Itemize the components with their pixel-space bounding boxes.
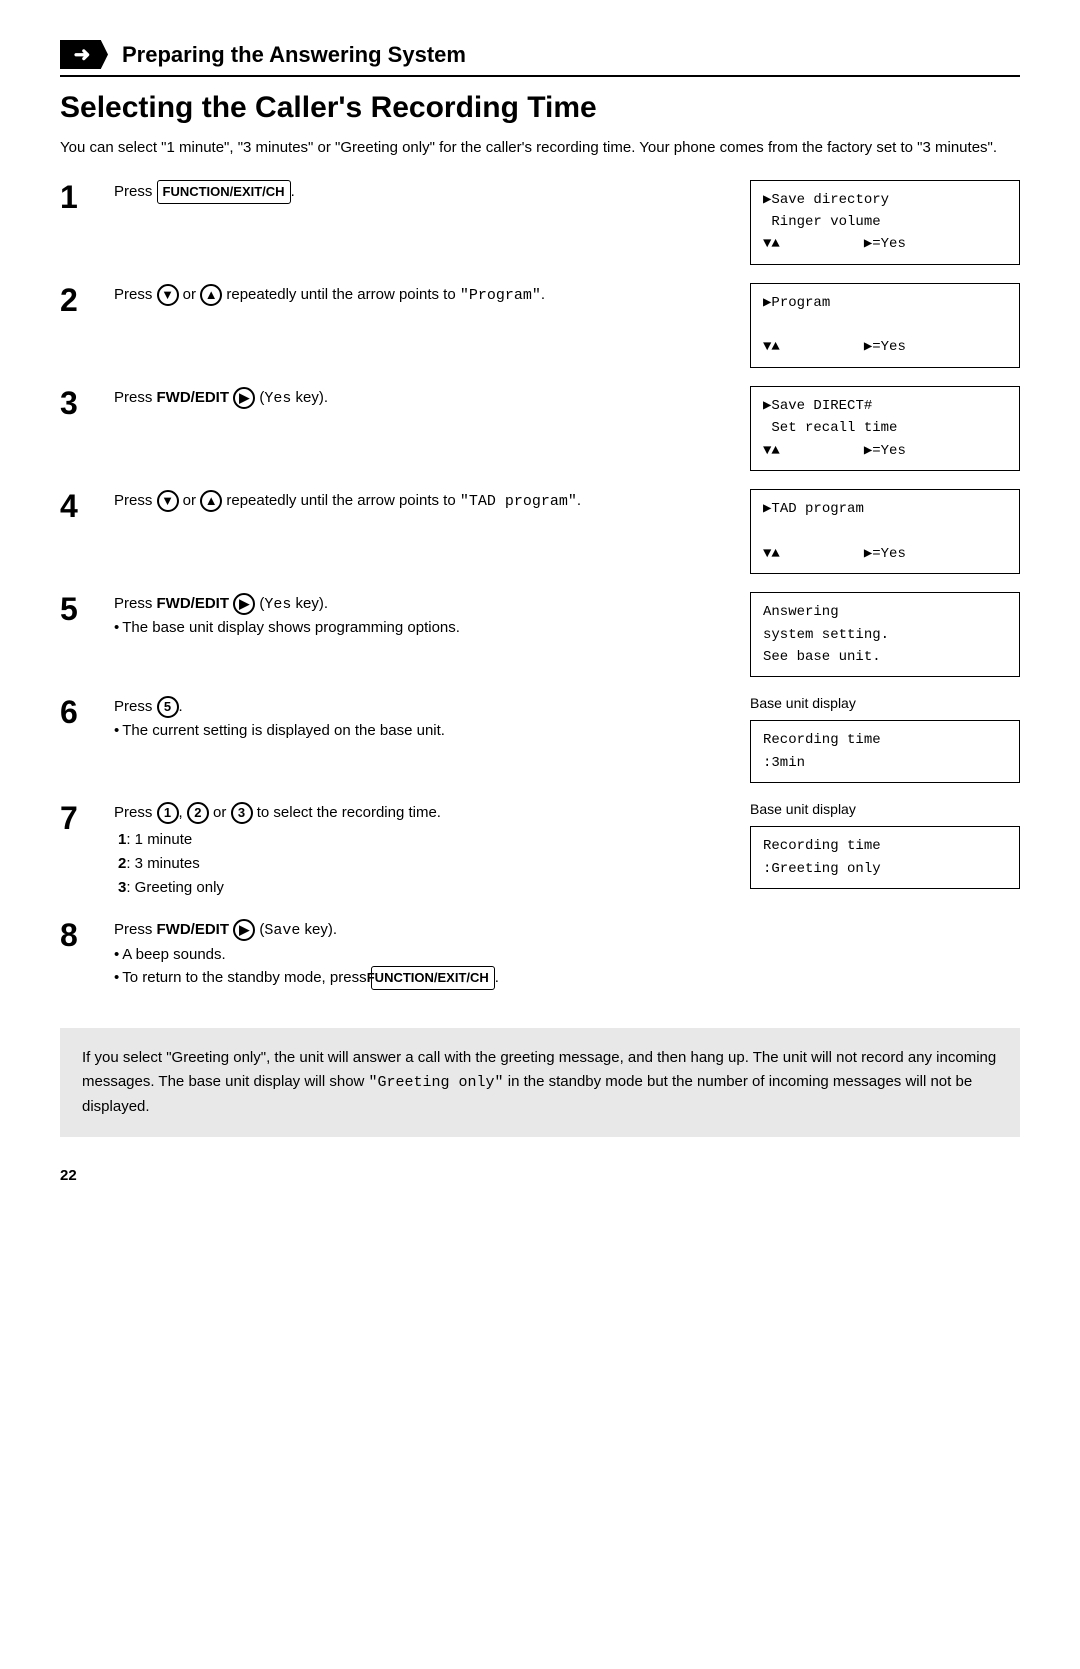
header-section: ➜ Preparing the Answering System <box>60 40 1020 69</box>
step-8-number: 8 <box>60 918 98 953</box>
step-2-number: 2 <box>60 283 98 318</box>
key-2-button: 2 <box>187 802 209 824</box>
key-5-button: 5 <box>157 696 179 718</box>
step-5-content: Press FWD/EDIT ▶ (Yes key). The base uni… <box>114 592 734 640</box>
option-2: 2: 3 minutes <box>118 852 734 876</box>
steps-container: 1 Press FUNCTION/EXIT/CH. ▶Save director… <box>60 180 1020 1009</box>
step-4: 4 Press ▼ or ▲ repeatedly until the arro… <box>60 489 1020 574</box>
function-exit-ch-key: FUNCTION/EXIT/CH <box>157 180 291 204</box>
step-1-content: Press FUNCTION/EXIT/CH. <box>114 180 734 204</box>
recording-time-options: 1: 1 minute 2: 3 minutes 3: Greeting onl… <box>114 828 734 900</box>
step-5-bullet: The base unit display shows programming … <box>114 616 734 639</box>
step-1-number: 1 <box>60 180 98 215</box>
step-6-display-label: Base unit display <box>750 695 1020 711</box>
step-5-number: 5 <box>60 592 98 627</box>
page-number: 22 <box>60 1167 1020 1184</box>
step-2-content: Press ▼ or ▲ repeatedly until the arrow … <box>114 283 734 307</box>
intro-text: You can select "1 minute", "3 minutes" o… <box>60 137 1020 160</box>
step-1-display: ▶Save directory Ringer volume ▼▲ ▶=Yes <box>750 180 1020 265</box>
step-5-display: Answering system setting. See base unit. <box>750 592 1020 677</box>
step-6-content: Press 5. The current setting is displaye… <box>114 695 734 742</box>
step-8-bullet-1: A beep sounds. <box>114 943 1020 966</box>
step-6: 6 Press 5. The current setting is displa… <box>60 695 1020 783</box>
step-4-number: 4 <box>60 489 98 524</box>
key-1-button: 1 <box>157 802 179 824</box>
fwd-edit-right-button: ▶ <box>233 387 255 409</box>
step-5-display-box: Answering system setting. See base unit. <box>750 592 1020 677</box>
note-box: If you select "Greeting only", the unit … <box>60 1028 1020 1137</box>
step-8: 8 Press FWD/EDIT ▶ (Save key). A beep so… <box>60 918 1020 990</box>
step-3: 3 Press FWD/EDIT ▶ (Yes key). ▶Save DIRE… <box>60 386 1020 471</box>
step-7-display-label: Base unit display <box>750 801 1020 817</box>
step-2-display: ▶Program ▼▲ ▶=Yes <box>750 283 1020 368</box>
up-button: ▲ <box>200 284 222 306</box>
note-text: If you select "Greeting only", the unit … <box>82 1049 996 1115</box>
down-button: ▼ <box>157 284 179 306</box>
step-3-display: ▶Save DIRECT# Set recall time ▼▲ ▶=Yes <box>750 386 1020 471</box>
step-6-bullet: The current setting is displayed on the … <box>114 719 734 742</box>
header-title: Preparing the Answering System <box>122 42 466 68</box>
step-6-number: 6 <box>60 695 98 730</box>
step-7-display-box: Recording time :Greeting only <box>750 826 1020 889</box>
down-button-4: ▼ <box>157 490 179 512</box>
step-6-display-wrapper: Base unit display Recording time :3min <box>750 695 1020 783</box>
step-7-display-wrapper: Base unit display Recording time :Greeti… <box>750 801 1020 889</box>
step-4-display-box: ▶TAD program ▼▲ ▶=Yes <box>750 489 1020 574</box>
step-5: 5 Press FWD/EDIT ▶ (Yes key). The base u… <box>60 592 1020 677</box>
step-6-display-box: Recording time :3min <box>750 720 1020 783</box>
up-button-4: ▲ <box>200 490 222 512</box>
step-8-bullet-2: To return to the standby mode, press FUN… <box>114 966 1020 990</box>
step-4-content: Press ▼ or ▲ repeatedly until the arrow … <box>114 489 734 513</box>
function-exit-ch-key-8: FUNCTION/EXIT/CH <box>371 966 495 990</box>
step-3-number: 3 <box>60 386 98 421</box>
step-7: 7 Press 1, 2 or 3 to select the recordin… <box>60 801 1020 900</box>
step-7-content: Press 1, 2 or 3 to select the recording … <box>114 801 734 900</box>
step-1: 1 Press FUNCTION/EXIT/CH. ▶Save director… <box>60 180 1020 265</box>
key-3-button: 3 <box>231 802 253 824</box>
fwd-edit-right-button-8: ▶ <box>233 919 255 941</box>
step-3-display-box: ▶Save DIRECT# Set recall time ▼▲ ▶=Yes <box>750 386 1020 471</box>
page-title: Selecting the Caller's Recording Time <box>60 91 1020 125</box>
header-arrow-icon: ➜ <box>60 40 108 69</box>
step-7-number: 7 <box>60 801 98 836</box>
step-2-display-box: ▶Program ▼▲ ▶=Yes <box>750 283 1020 368</box>
fwd-edit-right-button-5: ▶ <box>233 593 255 615</box>
step-4-display: ▶TAD program ▼▲ ▶=Yes <box>750 489 1020 574</box>
option-1: 1: 1 minute <box>118 828 734 852</box>
step-1-display-box: ▶Save directory Ringer volume ▼▲ ▶=Yes <box>750 180 1020 265</box>
step-3-content: Press FWD/EDIT ▶ (Yes key). <box>114 386 734 410</box>
step-2: 2 Press ▼ or ▲ repeatedly until the arro… <box>60 283 1020 368</box>
header-rule <box>60 75 1020 77</box>
step-8-content: Press FWD/EDIT ▶ (Save key). A beep soun… <box>114 918 1020 990</box>
option-3: 3: Greeting only <box>118 876 734 900</box>
